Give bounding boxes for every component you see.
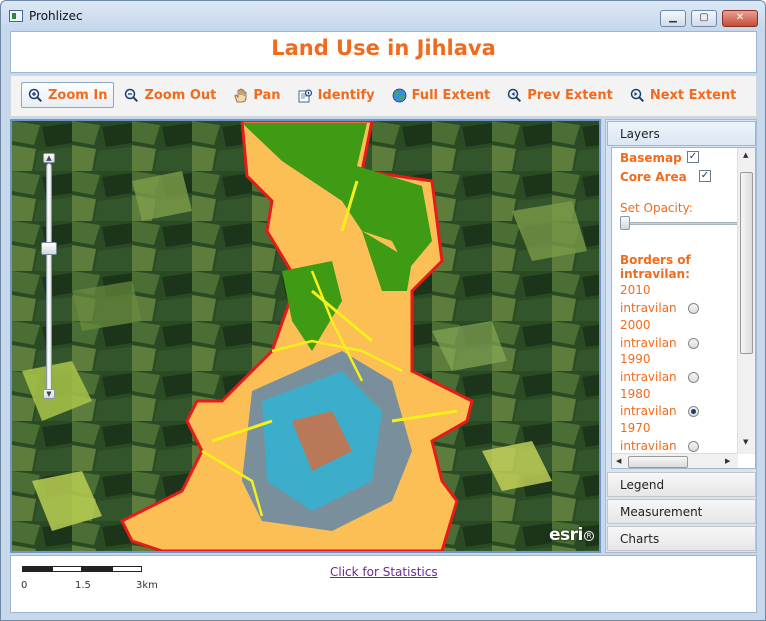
identify-icon	[298, 88, 313, 103]
basemap-label: Basemap	[620, 151, 682, 165]
basemap-row: Basemap	[620, 151, 682, 165]
basemap-checkbox[interactable]: ✓	[687, 151, 699, 163]
opacity-slider[interactable]	[620, 216, 738, 230]
layers-header-label: Layers	[620, 127, 660, 141]
legend-header-label: Legend	[620, 478, 665, 492]
intravilan-label: intravilan	[620, 336, 677, 350]
prev-extent-button[interactable]: Prev Extent	[500, 82, 620, 108]
core-area-checkbox[interactable]: ✓	[699, 170, 711, 182]
full-extent-button[interactable]: Full Extent	[385, 82, 498, 108]
registered-icon: R	[584, 531, 594, 541]
scale-label: 3km	[136, 580, 158, 591]
accordion-header-legend[interactable]: Legend	[607, 472, 756, 497]
scroll-down-icon[interactable]: ▼	[743, 438, 748, 446]
opacity-slider-thumb[interactable]	[620, 216, 630, 230]
zoom-in-icon	[28, 88, 43, 103]
intravilan-radio[interactable]	[688, 406, 699, 417]
app-title: Land Use in Jihlava	[271, 36, 496, 60]
year-label: 2010	[620, 283, 651, 297]
core-area-label: Core Area	[620, 170, 687, 184]
side-panel: Layers Basemap ✓ Core Area ✓ Set Opacity…	[605, 119, 757, 553]
toolbar: Zoom In Zoom Out Pan Identify Full Exten…	[10, 75, 757, 117]
scale-segment	[52, 566, 82, 572]
vertical-scroll-thumb[interactable]	[740, 172, 753, 354]
map-view[interactable]: ▲ ▼ esri R	[10, 119, 601, 553]
intravilan-radio[interactable]	[688, 303, 699, 314]
layers-vertical-scrollbar[interactable]: ▲ ▼	[737, 148, 755, 454]
zoom-in-button[interactable]: Zoom In	[21, 82, 115, 108]
scale-segment	[22, 566, 52, 572]
layers-panel: Basemap ✓ Core Area ✓ Set Opacity: Borde…	[611, 147, 756, 469]
core-area-row: Core Area	[620, 170, 687, 184]
zoom-out-icon	[124, 88, 139, 103]
year-label: 2000	[620, 318, 651, 332]
opacity-slider-track[interactable]	[628, 222, 738, 225]
hand-icon	[233, 88, 248, 103]
next-extent-label: Next Extent	[649, 87, 737, 103]
pan-label: Pan	[253, 87, 281, 103]
intravilan-radio[interactable]	[688, 372, 699, 383]
zoom-slider-thumb[interactable]	[41, 242, 57, 255]
identify-button[interactable]: Identify	[291, 82, 382, 108]
prev-extent-icon	[507, 88, 522, 103]
zoom-out-label: Zoom Out	[144, 87, 217, 103]
borders-label-1: Borders of	[620, 253, 691, 267]
intravilan-radio[interactable]	[688, 441, 699, 452]
intravilan-label: intravilan	[620, 404, 677, 418]
maximize-button[interactable]: ▢	[691, 10, 717, 27]
pan-button[interactable]: Pan	[226, 82, 287, 108]
scale-label: 0	[21, 580, 28, 591]
satellite-map-image	[12, 121, 599, 551]
scale-segment	[82, 566, 112, 572]
intravilan-label: intravilan	[620, 370, 677, 384]
scale-segment	[112, 566, 142, 572]
scroll-right-icon[interactable]: ▶	[725, 457, 730, 465]
year-label: 1970	[620, 421, 651, 435]
next-extent-button[interactable]: Next Extent	[623, 82, 744, 108]
accordion-header-measurement[interactable]: Measurement	[607, 499, 756, 524]
intravilan-radio[interactable]	[688, 338, 699, 349]
full-extent-label: Full Extent	[411, 87, 491, 103]
zoom-in-label: Zoom In	[48, 87, 108, 103]
zoom-out-button[interactable]: Zoom Out	[117, 82, 223, 108]
minimize-button[interactable]: ▁	[660, 10, 686, 27]
esri-logo: esri	[549, 525, 583, 545]
year-label: 1980	[620, 387, 651, 401]
zoom-slider-up-button[interactable]: ▲	[43, 153, 55, 163]
horizontal-scroll-thumb[interactable]	[628, 456, 688, 468]
zoom-slider-down-button[interactable]: ▼	[43, 389, 55, 399]
next-extent-icon	[630, 88, 645, 103]
app-window: Prohlizec ▁ ▢ ✕ Land Use in Jihlava Zoom…	[0, 0, 766, 621]
borders-label-2: intravilan:	[620, 267, 690, 281]
zoom-slider[interactable]: ▲ ▼	[40, 153, 58, 405]
scroll-up-icon[interactable]: ▲	[743, 151, 748, 159]
layers-horizontal-scrollbar[interactable]: ◀ ▶	[612, 453, 738, 468]
opacity-label: Set Opacity:	[620, 201, 693, 215]
status-bar: 0 1.5 3km Click for Statistics	[10, 555, 757, 613]
scroll-left-icon[interactable]: ◀	[616, 457, 621, 465]
globe-icon	[392, 88, 407, 103]
app-icon	[9, 10, 23, 22]
charts-header-label: Charts	[620, 532, 660, 546]
measurement-header-label: Measurement	[620, 505, 703, 519]
prev-extent-label: Prev Extent	[527, 87, 613, 103]
year-label: 1990	[620, 352, 651, 366]
accordion-header-charts[interactable]: Charts	[607, 526, 756, 551]
title-panel: Land Use in Jihlava	[10, 31, 757, 73]
accordion-header-layers[interactable]: Layers	[607, 121, 756, 146]
identify-label: Identify	[317, 87, 375, 103]
zoom-slider-track[interactable]	[46, 163, 52, 395]
scale-label: 1.5	[75, 580, 91, 591]
title-bar[interactable]: Prohlizec ▁ ▢ ✕	[1, 1, 765, 31]
close-button[interactable]: ✕	[722, 10, 758, 27]
statistics-link[interactable]: Click for Statistics	[330, 565, 438, 579]
intravilan-label: intravilan	[620, 439, 677, 453]
intravilan-label: intravilan	[620, 301, 677, 315]
window-title: Prohlizec	[29, 9, 83, 23]
scale-bar: 0 1.5 3km	[21, 566, 158, 591]
